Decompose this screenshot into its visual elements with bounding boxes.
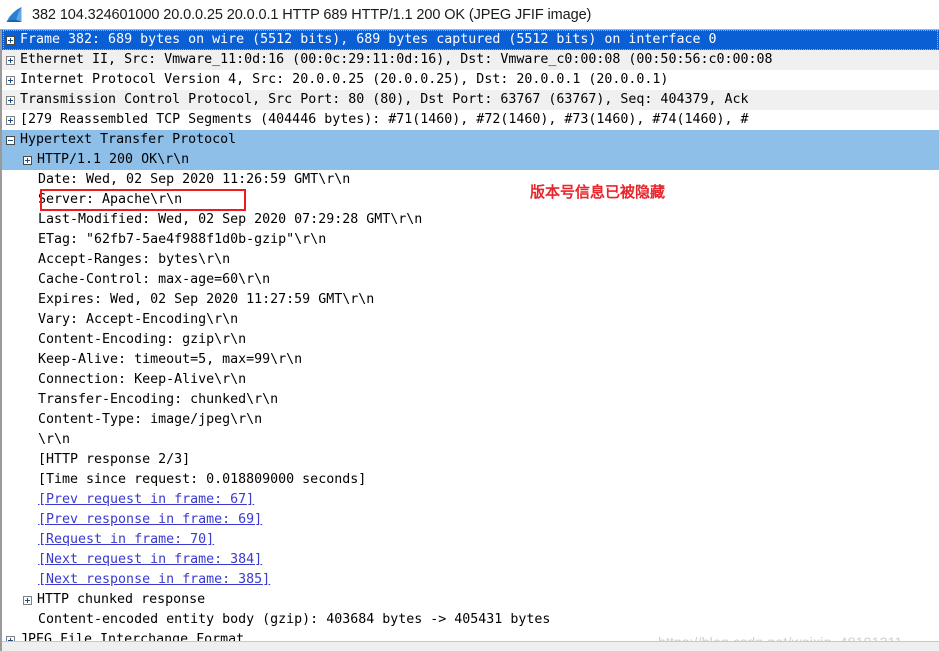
tree-row-label: Content-encoded entity body (gzip): 4036… — [38, 612, 551, 627]
tree-row-header-content-type[interactable]: Content-Type: image/jpeg\r\n — [2, 410, 939, 430]
tree-row-label: Accept-Ranges: bytes\r\n — [38, 252, 231, 267]
tree-row-header-cache-control[interactable]: Cache-Control: max-age=60\r\n — [2, 270, 939, 290]
tree-row-prev-request-link[interactable]: [Prev request in frame: 67] — [2, 490, 939, 510]
tree-row-time-since-request[interactable]: [Time since request: 0.018809000 seconds… — [2, 470, 939, 490]
tree-row-http[interactable]: Hypertext Transfer Protocol — [2, 130, 939, 150]
tree-row-reassembled-segments[interactable]: [279 Reassembled TCP Segments (404446 by… — [2, 110, 939, 130]
tree-row-label: Frame 382: 689 bytes on wire (5512 bits)… — [20, 32, 717, 47]
tree-row-chunked-response[interactable]: HTTP chunked response — [2, 590, 939, 610]
tree-row-status-line[interactable]: HTTP/1.1 200 OK\r\n — [2, 150, 939, 170]
tree-row-label: Content-Encoding: gzip\r\n — [38, 332, 247, 347]
collapse-icon[interactable] — [6, 135, 15, 145]
tree-row-http-response-index[interactable]: [HTTP response 2/3] — [2, 450, 939, 470]
tree-row-header-expires[interactable]: Expires: Wed, 02 Sep 2020 11:27:59 GMT\r… — [2, 290, 939, 310]
tree-row-label: Connection: Keep-Alive\r\n — [38, 372, 247, 387]
panel-bottom-edge — [2, 641, 939, 651]
tree-row-next-request-link[interactable]: [Next request in frame: 384] — [2, 550, 939, 570]
tree-row-label: Transmission Control Protocol, Src Port:… — [20, 92, 749, 107]
tree-row-label: Vary: Accept-Encoding\r\n — [38, 312, 239, 327]
expand-icon[interactable] — [6, 75, 15, 85]
tree-row-label: [Next response in frame: 385] — [38, 572, 271, 587]
tree-row-label: Expires: Wed, 02 Sep 2020 11:27:59 GMT\r… — [38, 292, 375, 307]
tree-row-label: [Next request in frame: 384] — [38, 552, 263, 567]
tree-row-content-encoded-entity-body[interactable]: Content-encoded entity body (gzip): 4036… — [2, 610, 939, 630]
tree-row-label: ETag: "62fb7-5ae4f988f1d0b-gzip"\r\n — [38, 232, 327, 247]
packet-detail-titlebar: 382 104.324601000 20.0.0.25 20.0.0.1 HTT… — [0, 0, 939, 29]
tree-row-header-transfer-encoding[interactable]: Transfer-Encoding: chunked\r\n — [2, 390, 939, 410]
tree-row-header-content-encoding[interactable]: Content-Encoding: gzip\r\n — [2, 330, 939, 350]
tree-row-label: [Time since request: 0.018809000 seconds… — [38, 472, 367, 487]
tree-row-label: Cache-Control: max-age=60\r\n — [38, 272, 271, 287]
tree-row-header-vary[interactable]: Vary: Accept-Encoding\r\n — [2, 310, 939, 330]
tree-row-label: Internet Protocol Version 4, Src: 20.0.0… — [20, 72, 669, 87]
tree-row-label: HTTP/1.1 200 OK\r\n — [37, 152, 190, 167]
tree-row-label: Transfer-Encoding: chunked\r\n — [38, 392, 279, 407]
expand-icon[interactable] — [6, 35, 15, 45]
tree-row-request-link[interactable]: [Request in frame: 70] — [2, 530, 939, 550]
tree-row-header-last-modified[interactable]: Last-Modified: Wed, 02 Sep 2020 07:29:28… — [2, 210, 939, 230]
tree-row-header-accept-ranges[interactable]: Accept-Ranges: bytes\r\n — [2, 250, 939, 270]
tree-row-header-date[interactable]: Date: Wed, 02 Sep 2020 11:26:59 GMT\r\n — [2, 170, 939, 190]
tree-row-prev-response-link[interactable]: [Prev response in frame: 69] — [2, 510, 939, 530]
tree-row-header-server[interactable]: Server: Apache\r\n — [2, 190, 939, 210]
chinese-annotation-text: 版本号信息已被隐藏 — [530, 183, 666, 201]
tree-row-label: \r\n — [38, 432, 71, 447]
tree-row-label: Keep-Alive: timeout=5, max=99\r\n — [38, 352, 303, 367]
tree-row-header-keep-alive[interactable]: Keep-Alive: timeout=5, max=99\r\n — [2, 350, 939, 370]
tree-row-frame[interactable]: Frame 382: 689 bytes on wire (5512 bits)… — [2, 30, 939, 50]
tree-row-label: Last-Modified: Wed, 02 Sep 2020 07:29:28… — [38, 212, 423, 227]
tree-row-label: [279 Reassembled TCP Segments (404446 by… — [20, 112, 749, 127]
tree-row-label: [Prev request in frame: 67] — [38, 492, 255, 507]
expand-icon[interactable] — [6, 115, 15, 125]
expand-icon[interactable] — [23, 595, 32, 605]
wireshark-logo-icon — [4, 5, 26, 25]
tree-row-label: [HTTP response 2/3] — [38, 452, 191, 467]
tree-row-ethernet[interactable]: Ethernet II, Src: Vmware_11:0d:16 (00:0c… — [2, 50, 939, 70]
tree-row-label: [Request in frame: 70] — [38, 532, 215, 547]
tree-row-label: Hypertext Transfer Protocol — [20, 132, 237, 147]
tree-row-label: HTTP chunked response — [37, 592, 206, 607]
tree-row-label: Date: Wed, 02 Sep 2020 11:26:59 GMT\r\n — [38, 172, 351, 187]
tree-row-label: [Prev response in frame: 69] — [38, 512, 263, 527]
tree-row-header-connection[interactable]: Connection: Keep-Alive\r\n — [2, 370, 939, 390]
tree-row-label: Ethernet II, Src: Vmware_11:0d:16 (00:0c… — [20, 52, 773, 67]
tree-row-header-etag[interactable]: ETag: "62fb7-5ae4f988f1d0b-gzip"\r\n — [2, 230, 939, 250]
tree-row-header-end[interactable]: \r\n — [2, 430, 939, 450]
expand-icon[interactable] — [6, 95, 15, 105]
expand-icon[interactable] — [23, 155, 32, 165]
tree-row-tcp[interactable]: Transmission Control Protocol, Src Port:… — [2, 90, 939, 110]
tree-row-label: Server: Apache\r\n — [38, 192, 183, 207]
tree-row-label: Content-Type: image/jpeg\r\n — [38, 412, 263, 427]
packet-summary-text: 382 104.324601000 20.0.0.25 20.0.0.1 HTT… — [32, 6, 592, 23]
packet-detail-tree[interactable]: Frame 382: 689 bytes on wire (5512 bits)… — [0, 29, 939, 651]
tree-row-ipv4[interactable]: Internet Protocol Version 4, Src: 20.0.0… — [2, 70, 939, 90]
expand-icon[interactable] — [6, 55, 15, 65]
tree-row-next-response-link[interactable]: [Next response in frame: 385] — [2, 570, 939, 590]
